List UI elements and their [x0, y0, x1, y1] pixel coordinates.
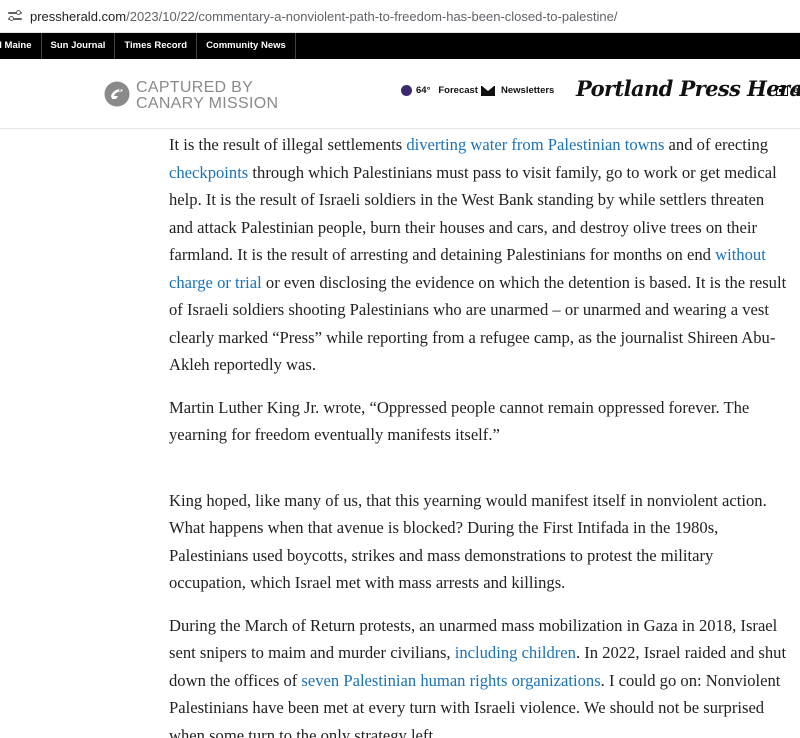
envelope-icon	[481, 85, 495, 96]
paragraph-1: It is the result of illegal settlements …	[169, 135, 787, 374]
weather-widget[interactable]: 64° Forecast	[401, 85, 478, 96]
address-bar[interactable]: pressherald.com/2023/10/22/commentary-a-…	[0, 0, 800, 33]
site-header: CAPTURED BY CANARY MISSION 64° Forecast …	[0, 59, 800, 129]
link-checkpoints[interactable]: checkpoints	[169, 163, 248, 182]
site-info-icon[interactable]	[8, 9, 22, 23]
link-diverting-water[interactable]: diverting water from Palestinian towns	[406, 135, 664, 154]
canary-mission-watermark: CAPTURED BY CANARY MISSION	[136, 79, 279, 112]
paragraph-4: During the March of Return protests, an …	[169, 615, 787, 738]
epaper-link[interactable]: e	[776, 85, 799, 96]
paragraph-2: Martin Luther King Jr. wrote, “Oppressed…	[169, 397, 750, 445]
article-body: It is the result of illegal settlements …	[169, 131, 789, 738]
nav-item-sun-journal[interactable]: Sun Journal	[42, 33, 116, 59]
forecast-link[interactable]: Forecast	[438, 85, 478, 96]
link-including-children[interactable]: including children	[455, 643, 576, 662]
temperature: 64°	[416, 85, 431, 96]
masthead-logo[interactable]: Portland Press Herald	[576, 76, 800, 101]
moon-icon	[401, 85, 412, 96]
newsletters-link[interactable]: Newsletters	[481, 85, 554, 96]
nav-item-times-record[interactable]: Times Record	[115, 33, 198, 59]
newspaper-icon	[776, 85, 788, 96]
url-text[interactable]: pressherald.com/2023/10/22/commentary-a-…	[30, 9, 618, 24]
epaper-label: e	[793, 85, 799, 96]
newsletters-label: Newsletters	[501, 85, 555, 96]
top-nav: al Maine Sun Journal Times Record Commun…	[0, 33, 800, 59]
paragraph-3: King hoped, like many of us, that this y…	[169, 490, 767, 593]
canary-bird-icon	[104, 81, 130, 107]
nav-item-central-maine[interactable]: al Maine	[0, 33, 42, 59]
link-human-rights-orgs[interactable]: seven Palestinian human rights organizat…	[301, 671, 600, 690]
nav-item-community-news[interactable]: Community News	[197, 33, 296, 59]
